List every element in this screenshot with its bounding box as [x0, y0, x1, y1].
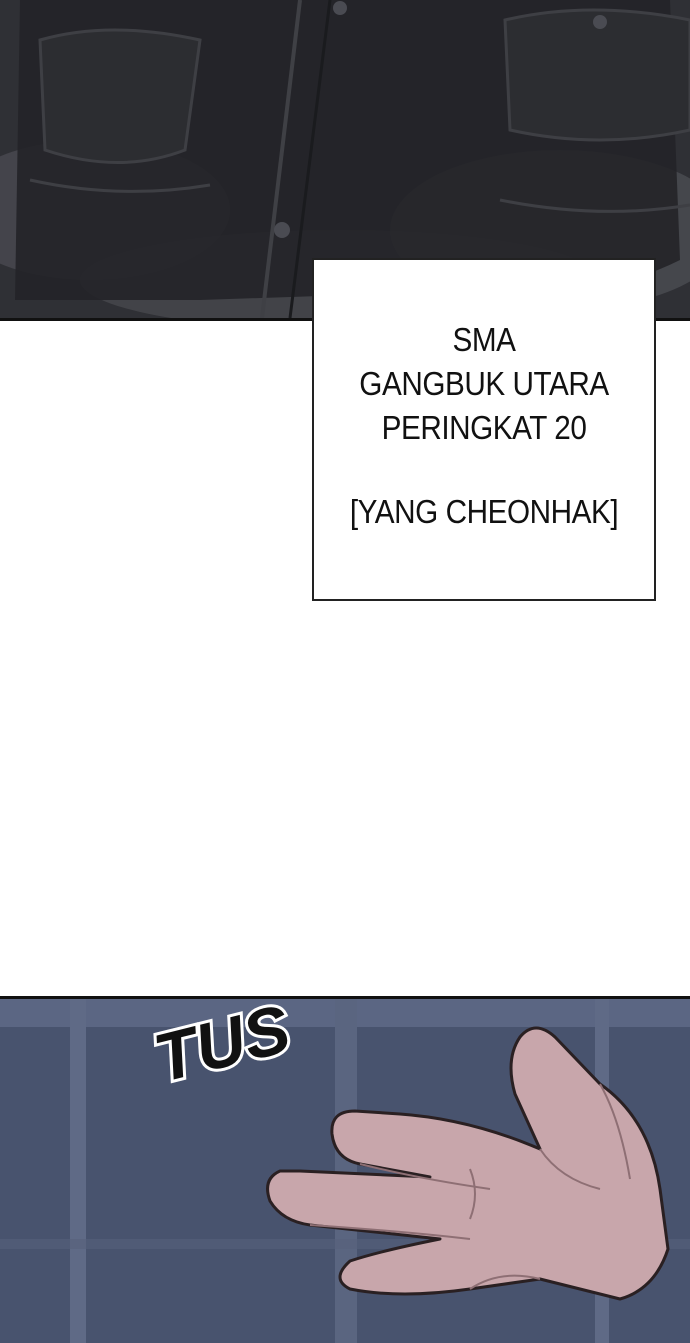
hand-illustration: [0, 999, 690, 1343]
caption-line-school: SMA: [452, 321, 516, 358]
caption-line-school-name: GANGBUK UTARA: [359, 365, 609, 402]
sfx-tus: TUS: [144, 987, 300, 1095]
caption-box: SMA GANGBUK UTARA PERINGKAT 20 [YANG CHE…: [312, 258, 656, 601]
caption-lines: SMA GANGBUK UTARA PERINGKAT 20: [314, 318, 654, 450]
caption-character-name: [YANG CHEONHAK]: [349, 493, 619, 530]
caption-line-rank: PERINGKAT 20: [381, 409, 587, 446]
sfx-text: TUS: [147, 990, 297, 1095]
bottom-illustration-panel: [0, 996, 690, 1343]
